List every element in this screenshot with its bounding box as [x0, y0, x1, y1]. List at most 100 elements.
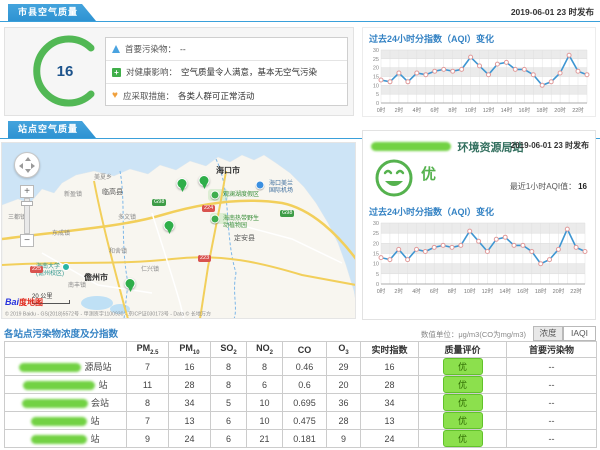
station-name-redacted: [31, 417, 87, 426]
grade-badge: 优: [443, 412, 483, 429]
primary-pollutant-cell: --: [507, 430, 597, 448]
station-map[interactable]: 海口市儋州市临高县定安县美夏乡新盈镇多文镇东成镇和舍镇仁兴镇三都镇南丰镇海口美兰…: [1, 142, 356, 319]
svg-text:14时: 14时: [501, 106, 513, 114]
svg-text:10时: 10时: [464, 287, 476, 295]
map-zoom-slider[interactable]: [24, 198, 30, 234]
info-label: 应采取措施：: [123, 90, 174, 102]
value-cell: 34: [169, 394, 211, 412]
station-name-cell: 站: [5, 412, 127, 430]
value-cell: 29: [327, 358, 361, 376]
aqi-info-box: 首要污染物： -- + 对健康影响： 空气质量令人满意，基本无空气污染 ♥ 应采…: [105, 37, 348, 106]
svg-text:14时: 14时: [499, 287, 511, 295]
table-title: 各站点污染物浓度及分指数: [4, 326, 118, 340]
station-marker-icon[interactable]: [164, 220, 175, 231]
svg-text:16时: 16时: [518, 106, 530, 114]
svg-text:12时: 12时: [483, 106, 495, 114]
value-cell: 6: [211, 430, 247, 448]
air-quality-dashboard: 市县空气质量 2019-06-01 23 时发布 16 优 首要污染物： -- …: [0, 0, 600, 450]
pan-right-icon[interactable]: [31, 163, 35, 169]
poi-marker-icon[interactable]: [211, 215, 220, 224]
grade-badge: 优: [443, 430, 483, 447]
station-aqi-level: 优: [421, 163, 436, 184]
aqi-line-chart: 0510152025300时2时4时6时8时10时12时14时16时18时20时…: [366, 219, 590, 295]
svg-text:6时: 6时: [430, 106, 439, 114]
station-marker-icon[interactable]: [199, 175, 210, 186]
station-name-cell: 源局站: [5, 358, 127, 376]
svg-text:10: 10: [373, 262, 379, 268]
divider: [0, 21, 600, 22]
pollutant-icon: [112, 45, 120, 53]
toggle-iaqi[interactable]: IAQI: [563, 326, 596, 341]
pan-down-icon[interactable]: [25, 169, 31, 173]
svg-text:20: 20: [373, 66, 379, 72]
value-cell: 9: [127, 430, 169, 448]
svg-text:25: 25: [373, 231, 379, 237]
grade-cell: 优: [419, 430, 507, 448]
column-header: SO2: [211, 342, 247, 358]
svg-text:30: 30: [373, 48, 379, 54]
pollutant-table: PM2.5PM10SO2NO2COO3实时指数质量评价首要污染物源局站71688…: [4, 341, 597, 448]
column-header: CO: [283, 342, 327, 358]
svg-text:2时: 2时: [394, 287, 403, 295]
value-cell: 16: [169, 358, 211, 376]
table-row: 源局站716880.462916优--: [5, 358, 597, 376]
svg-text:0时: 0时: [377, 106, 386, 114]
value-cell: 36: [327, 394, 361, 412]
column-header: O3: [327, 342, 361, 358]
value-cell: 7: [127, 412, 169, 430]
svg-text:15: 15: [373, 252, 379, 258]
column-header: PM2.5: [127, 342, 169, 358]
value-cell: 28: [169, 376, 211, 394]
unit-note: 数值单位：μg/m3(CO为mg/m3): [421, 329, 526, 340]
station-aqi-chart: 0510152025300时2时4时6时8时10时12时14时16时18时20时…: [366, 219, 595, 300]
university-marker-icon[interactable]: [62, 263, 70, 271]
map-zoom-out-button[interactable]: −: [20, 234, 34, 247]
value-cell: 0.475: [283, 412, 327, 430]
map-pan-control[interactable]: [14, 152, 40, 178]
map-attribution: © 2019 Baidu - GS(2018)5572号 - 甲测资字11009…: [5, 309, 301, 317]
svg-text:18时: 18时: [536, 106, 548, 114]
toggle-concentration[interactable]: 浓度: [533, 326, 563, 341]
primary-pollutant-cell: --: [507, 412, 597, 430]
value-cell: 13: [361, 412, 419, 430]
svg-text:5: 5: [376, 272, 379, 278]
map-zoom-handle[interactable]: [21, 201, 33, 206]
section-tab-label: 站点空气质量: [18, 124, 78, 134]
station-name-redacted: [31, 435, 87, 444]
svg-text:0时: 0时: [377, 287, 386, 295]
svg-text:8时: 8时: [448, 287, 457, 295]
station-marker-icon[interactable]: [177, 178, 188, 189]
pan-left-icon[interactable]: [19, 163, 23, 169]
pan-up-icon[interactable]: [25, 157, 31, 161]
station-name-cell: 会站: [5, 394, 127, 412]
health-plus-icon: +: [112, 68, 121, 77]
info-row-pollutant: 首要污染物： --: [106, 38, 347, 61]
poi-marker-icon[interactable]: [211, 191, 220, 200]
smiley-face-icon: [373, 157, 415, 199]
grade-cell: 优: [419, 412, 507, 430]
info-value: 各类人群可正常活动: [178, 90, 255, 102]
station-marker-icon[interactable]: [125, 278, 136, 289]
airport-marker-icon[interactable]: [256, 181, 265, 190]
svg-text:22时: 22时: [572, 106, 584, 114]
svg-text:25: 25: [373, 57, 379, 63]
column-header: 实时指数: [361, 342, 419, 358]
station-detail-panel: 环境资源局站 2019-06-01 23 时发布 优 最近1小时AQI值：16 …: [362, 130, 596, 320]
value-cell: 5: [211, 394, 247, 412]
latest-aqi: 最近1小时AQI值：16: [510, 181, 587, 192]
heart-icon: ♥: [112, 91, 118, 101]
map-zoom-control[interactable]: + −: [20, 185, 34, 247]
value-cell: 8: [211, 358, 247, 376]
station-name-suffix: 站: [90, 434, 99, 444]
svg-text:22时: 22时: [570, 287, 582, 295]
station-name-cell: 站: [5, 376, 127, 394]
chart-title: 过去24小时分指数（AQI）变化: [363, 201, 595, 219]
map-zoom-in-button[interactable]: +: [20, 185, 34, 198]
value-cell: 0.181: [283, 430, 327, 448]
latest-aqi-label: 最近1小时AQI值：: [510, 182, 576, 191]
svg-text:4时: 4时: [412, 287, 421, 295]
column-header: PM10: [169, 342, 211, 358]
station-name-suffix: 源局站: [84, 362, 111, 372]
value-cell: 0.695: [283, 394, 327, 412]
svg-text:18时: 18时: [535, 287, 547, 295]
